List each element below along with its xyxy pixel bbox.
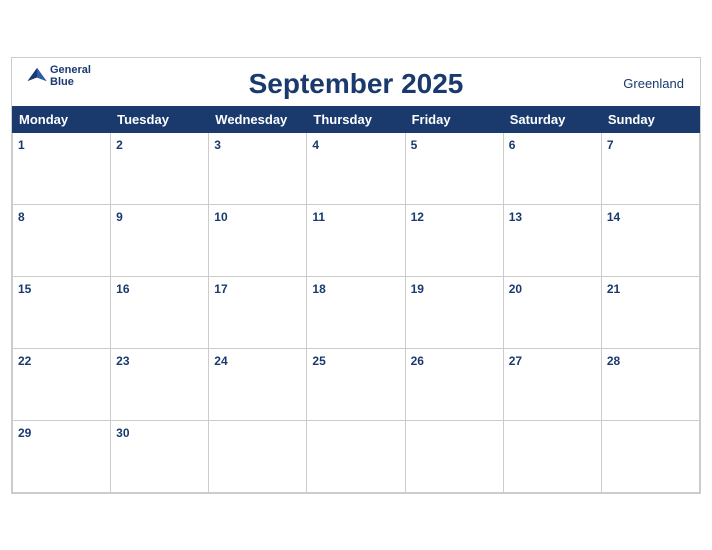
week-row-2: 8 9 10 11 12 13 14 [13, 204, 700, 276]
calendar-cell [405, 420, 503, 492]
calendar-cell: 11 [307, 204, 405, 276]
region-label: Greenland [623, 76, 684, 91]
month-title: September 2025 [28, 68, 684, 100]
calendar-cell [209, 420, 307, 492]
calendar-header: General Blue September 2025 Greenland [12, 58, 700, 106]
day-number: 17 [214, 282, 227, 296]
calendar-container: General Blue September 2025 Greenland Mo… [11, 57, 701, 494]
calendar-cell: 28 [601, 348, 699, 420]
logo-texts: General Blue [50, 64, 91, 88]
header-tuesday: Tuesday [111, 106, 209, 132]
calendar-cell: 15 [13, 276, 111, 348]
header-sunday: Sunday [601, 106, 699, 132]
calendar-cell: 8 [13, 204, 111, 276]
day-number: 30 [116, 426, 129, 440]
logo-wrapper: General Blue [26, 64, 91, 88]
calendar-cell: 13 [503, 204, 601, 276]
calendar-table: Monday Tuesday Wednesday Thursday Friday… [12, 106, 700, 493]
calendar-cell: 4 [307, 132, 405, 204]
calendar-cell: 19 [405, 276, 503, 348]
logo-bird-icon [26, 65, 48, 87]
day-number: 13 [509, 210, 522, 224]
calendar-cell: 3 [209, 132, 307, 204]
header-monday: Monday [13, 106, 111, 132]
calendar-cell: 24 [209, 348, 307, 420]
day-number: 12 [411, 210, 424, 224]
calendar-cell: 26 [405, 348, 503, 420]
day-number: 1 [18, 138, 25, 152]
calendar-cell: 17 [209, 276, 307, 348]
day-number: 10 [214, 210, 227, 224]
day-number: 21 [607, 282, 620, 296]
day-number: 2 [116, 138, 123, 152]
day-number: 7 [607, 138, 614, 152]
day-number: 24 [214, 354, 227, 368]
calendar-cell: 21 [601, 276, 699, 348]
calendar-cell: 25 [307, 348, 405, 420]
day-number: 6 [509, 138, 516, 152]
calendar-cell: 29 [13, 420, 111, 492]
calendar-cell: 9 [111, 204, 209, 276]
calendar-cell: 10 [209, 204, 307, 276]
day-number: 5 [411, 138, 418, 152]
calendar-cell [307, 420, 405, 492]
week-row-4: 22 23 24 25 26 27 28 [13, 348, 700, 420]
day-number: 20 [509, 282, 522, 296]
calendar-cell: 5 [405, 132, 503, 204]
calendar-cell: 30 [111, 420, 209, 492]
calendar-cell: 20 [503, 276, 601, 348]
calendar-cell: 18 [307, 276, 405, 348]
logo-general: General [50, 64, 91, 76]
calendar-cell: 7 [601, 132, 699, 204]
calendar-cell: 23 [111, 348, 209, 420]
header-friday: Friday [405, 106, 503, 132]
weekday-header-row: Monday Tuesday Wednesday Thursday Friday… [13, 106, 700, 132]
calendar-cell [601, 420, 699, 492]
day-number: 26 [411, 354, 424, 368]
calendar-cell: 16 [111, 276, 209, 348]
week-row-3: 15 16 17 18 19 20 21 [13, 276, 700, 348]
day-number: 19 [411, 282, 424, 296]
header-thursday: Thursday [307, 106, 405, 132]
day-number: 25 [312, 354, 325, 368]
day-number: 18 [312, 282, 325, 296]
day-number: 9 [116, 210, 123, 224]
day-number: 4 [312, 138, 319, 152]
calendar-cell: 6 [503, 132, 601, 204]
header-saturday: Saturday [503, 106, 601, 132]
calendar-cell: 12 [405, 204, 503, 276]
day-number: 29 [18, 426, 31, 440]
calendar-cell: 1 [13, 132, 111, 204]
day-number: 15 [18, 282, 31, 296]
calendar-cell: 22 [13, 348, 111, 420]
day-number: 11 [312, 210, 325, 224]
week-row-5: 29 30 [13, 420, 700, 492]
calendar-cell: 27 [503, 348, 601, 420]
day-number: 3 [214, 138, 221, 152]
week-row-1: 1 2 3 4 5 6 7 [13, 132, 700, 204]
day-number: 28 [607, 354, 620, 368]
day-number: 23 [116, 354, 129, 368]
day-number: 14 [607, 210, 620, 224]
calendar-cell: 14 [601, 204, 699, 276]
calendar-cell [503, 420, 601, 492]
calendar-cell: 2 [111, 132, 209, 204]
day-number: 27 [509, 354, 522, 368]
day-number: 8 [18, 210, 25, 224]
day-number: 16 [116, 282, 129, 296]
logo-blue: Blue [50, 76, 91, 88]
day-number: 22 [18, 354, 31, 368]
header-wednesday: Wednesday [209, 106, 307, 132]
